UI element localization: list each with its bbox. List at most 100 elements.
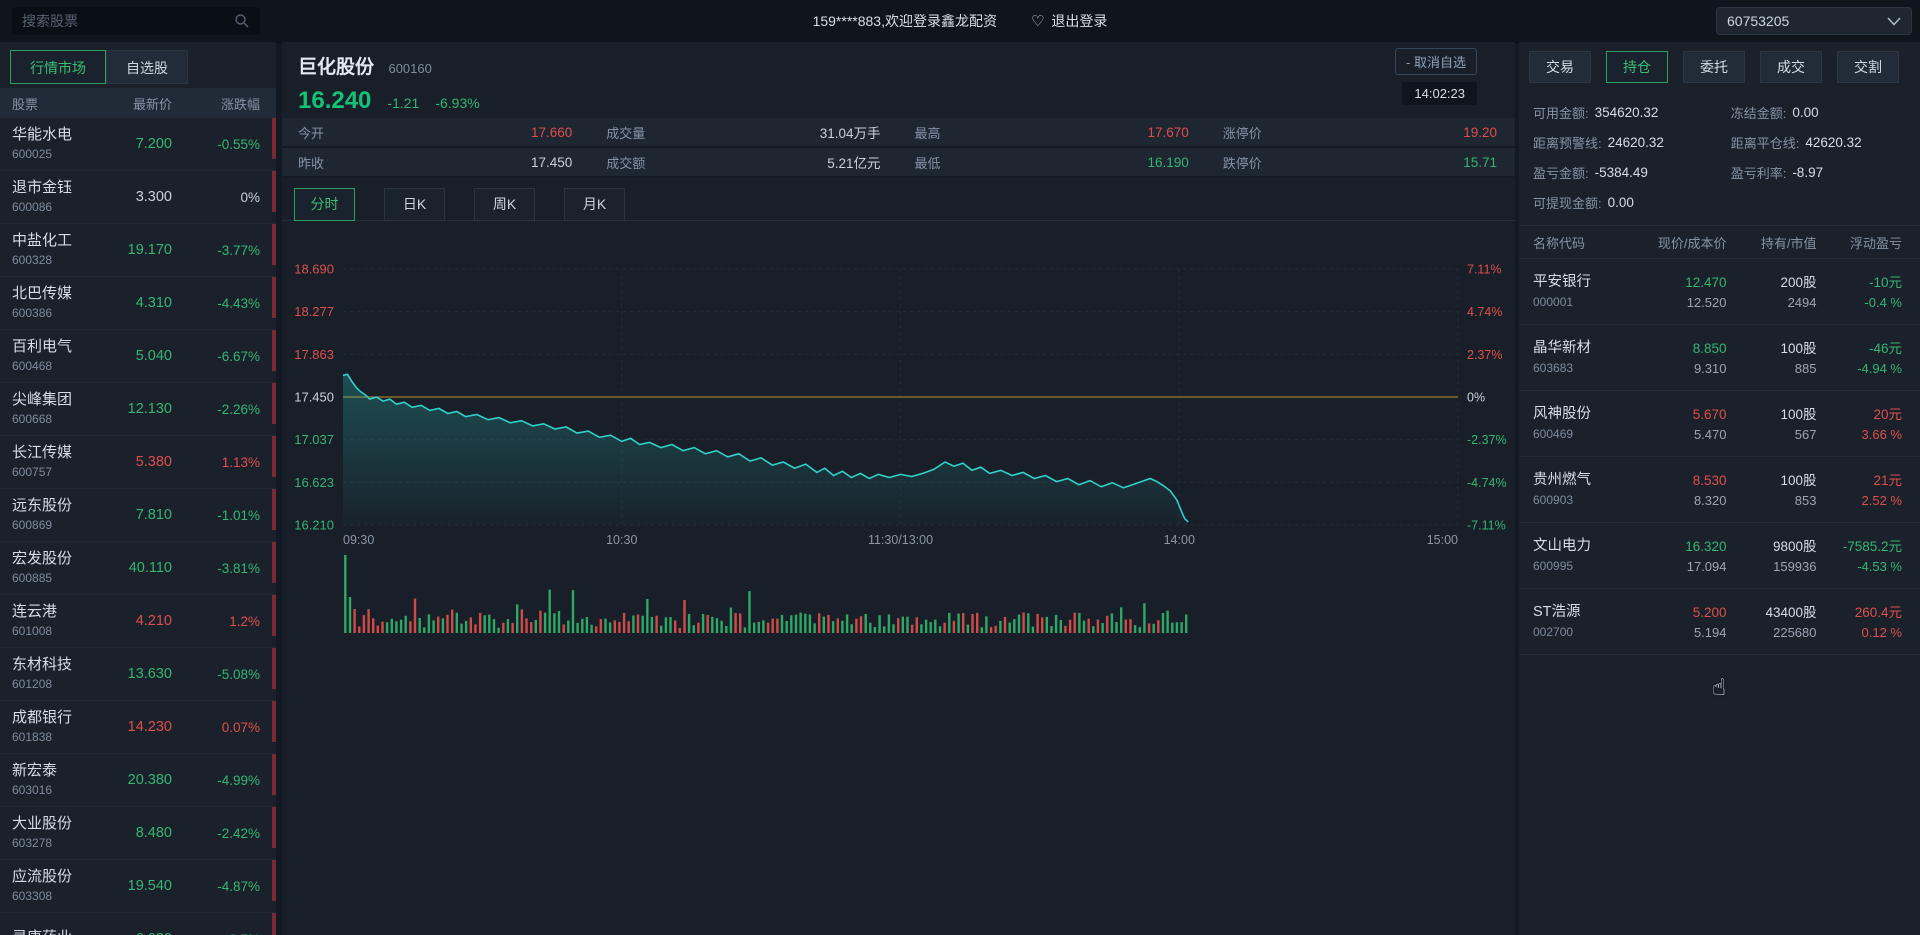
stock-row[interactable]: 远东股份 600869 7.810 -1.01% <box>0 489 276 542</box>
svg-text:-2.37%: -2.37% <box>1467 433 1507 447</box>
market-tab[interactable]: 行情市场 <box>10 50 106 84</box>
stock-row[interactable]: 华能水电 600025 7.200 -0.55% <box>0 118 276 171</box>
position-value: 567 <box>1727 426 1817 443</box>
chart-period-tabs: 分时日K 周K 月K <box>282 178 1515 221</box>
col-stock: 股票 <box>12 94 100 113</box>
quote-stat-cell: 跌停价 15.71 <box>1207 148 1515 178</box>
stock-row[interactable]: 长江传媒 600757 5.380 1.13% <box>0 436 276 489</box>
price-change: -1.21 <box>387 95 419 111</box>
intraday-chart[interactable]: 18.69018.27717.86317.45017.03716.62316.2… <box>282 221 1515 661</box>
stock-row[interactable]: 新宏泰 603016 20.380 -4.99% <box>0 754 276 807</box>
stat-value: 17.660 <box>531 125 572 140</box>
cancel-watchlist-button[interactable]: - 取消自选 <box>1395 48 1477 75</box>
position-name: 晶华新材 <box>1533 339 1637 358</box>
stat-label: 成交额 <box>606 153 645 172</box>
minus-icon: - <box>1406 55 1410 70</box>
stock-row-code: 603016 <box>12 782 100 798</box>
position-cost: 12.520 <box>1637 294 1727 311</box>
position-pl-pct: 0.12 % <box>1817 624 1903 641</box>
stock-row[interactable]: 连云港 601008 4.210 1.2% <box>0 595 276 648</box>
chart-period-tab[interactable]: 日K <box>384 188 445 221</box>
position-price: 8.530 <box>1637 471 1727 490</box>
stock-list: 华能水电 600025 7.200 -0.55% 退市金钰 600086 3.3… <box>0 118 276 935</box>
stock-row[interactable]: 百利电气 600468 5.040 -6.67% <box>0 330 276 383</box>
svg-text:15:00: 15:00 <box>1427 533 1458 547</box>
stock-row-change: -4.43% <box>172 296 260 311</box>
stat-label: 最低 <box>915 153 941 172</box>
trade-tab[interactable]: 交易 <box>1529 51 1591 83</box>
stock-row[interactable]: 北巴传媒 600386 4.310 -4.43% <box>0 277 276 330</box>
stock-row-code: 600468 <box>12 358 100 374</box>
position-value: 885 <box>1727 360 1817 377</box>
market-tab[interactable]: 自选股 <box>106 50 188 84</box>
position-shares: 100股 <box>1727 471 1817 490</box>
quote-stat-cell: 成交额 5.21亿元 <box>590 148 898 178</box>
svg-text:2.37%: 2.37% <box>1467 348 1502 362</box>
chart-period-tab[interactable]: 分时 <box>294 188 355 221</box>
stock-row-change: 0% <box>172 190 260 205</box>
stock-row-price: 3.300 <box>100 189 172 205</box>
position-row[interactable]: ST浩源 002700 5.200 5.194 43400股 225680 26… <box>1519 589 1920 655</box>
stock-row-change: -3.77% <box>172 243 260 258</box>
trade-panel: 交易持仓委托成交交割 可用金额: 354620.32 冻结金额: 0.00 距离… <box>1519 42 1920 935</box>
volume-bars <box>344 555 1187 633</box>
market-panel: 行情市场自选股 股票 最新价 涨跌幅 华能水电 600025 7.200 -0.… <box>0 42 276 935</box>
quote-header: 巨化股份 600160 16.240 -1.21 -6.93% - 取消自选 1… <box>282 42 1515 118</box>
search-icon[interactable] <box>234 13 250 29</box>
svg-text:11:30/13:00: 11:30/13:00 <box>868 533 933 547</box>
trade-tab[interactable]: 交割 <box>1837 51 1899 83</box>
stock-row-name: 退市金钰 <box>12 179 100 197</box>
stock-row-name: 长江传媒 <box>12 444 100 462</box>
chart-period-tab[interactable]: 月K <box>564 188 625 221</box>
logout-button[interactable]: ♡ 退出登录 <box>1031 11 1107 31</box>
stock-row-name: 华能水电 <box>12 126 100 144</box>
stock-row[interactable]: 成都银行 601838 14.230 0.07% <box>0 701 276 754</box>
svg-text:0%: 0% <box>1467 391 1485 405</box>
stock-row[interactable]: 大业股份 603278 8.480 -2.42% <box>0 807 276 860</box>
search-input[interactable] <box>12 13 234 29</box>
stat-value: 5.21亿元 <box>827 152 880 172</box>
positions-header: 名称代码 现价/成本价 持有/市值 浮动盈亏 <box>1519 226 1920 259</box>
stat-value: 15.71 <box>1463 155 1497 170</box>
col-shares-value: 持有/市值 <box>1727 233 1817 252</box>
svg-text:4.74%: 4.74% <box>1467 305 1502 319</box>
chart-period-tab[interactable]: 周K <box>474 188 535 221</box>
position-row[interactable]: 风神股份 600469 5.670 5.470 100股 567 20元 3.6… <box>1519 391 1920 457</box>
stock-row-name: 尖峰集团 <box>12 391 100 409</box>
position-row[interactable]: 平安银行 000001 12.470 12.520 200股 2494 -10元… <box>1519 259 1920 325</box>
account-item: 冻结金额: 0.00 <box>1731 97 1906 127</box>
account-item-label: 冻结金额: <box>1731 103 1787 122</box>
welcome-text: 159****883,欢迎登录鑫龙配资 <box>813 11 997 31</box>
svg-text:7.11%: 7.11% <box>1467 263 1502 277</box>
account-item: 盈亏金额: -5384.49 <box>1533 157 1731 187</box>
position-row[interactable]: 文山电力 600995 16.320 17.094 9800股 159936 -… <box>1519 523 1920 589</box>
stock-row[interactable]: 退市金钰 600086 3.300 0% <box>0 171 276 224</box>
stock-row-code: 600885 <box>12 570 100 586</box>
svg-text:16.210: 16.210 <box>294 518 334 533</box>
account-item-label: 可用金额: <box>1533 103 1589 122</box>
stock-row[interactable]: 中盐化工 600328 19.170 -3.77% <box>0 224 276 277</box>
stock-row-code: 601208 <box>12 676 100 692</box>
position-row[interactable]: 晶华新材 603683 8.850 9.310 100股 885 -46元 -4… <box>1519 325 1920 391</box>
stock-row[interactable]: 尖峰集团 600668 12.130 -2.26% <box>0 383 276 436</box>
account-item-label: 可提现金额: <box>1533 193 1602 212</box>
position-pl: -7585.2元 <box>1817 537 1903 556</box>
trade-tab[interactable]: 持仓 <box>1606 51 1668 83</box>
position-shares: 200股 <box>1727 273 1817 292</box>
trade-tab[interactable]: 委托 <box>1683 51 1745 83</box>
stock-row[interactable]: 应流股份 603308 19.540 -4.87% <box>0 860 276 913</box>
stock-row[interactable]: 宏发股份 600885 40.110 -3.81% <box>0 542 276 595</box>
position-shares: 100股 <box>1727 405 1817 424</box>
stock-row-price: 4.210 <box>100 613 172 629</box>
stock-row[interactable]: 灵康药业 6.030 -0.5% <box>0 913 276 935</box>
topbar-center: 159****883,欢迎登录鑫龙配资 ♡ 退出登录 <box>813 11 1108 31</box>
position-row[interactable]: 贵州燃气 600903 8.530 8.320 100股 853 21元 2.5… <box>1519 457 1920 523</box>
stat-value: 17.450 <box>531 155 572 170</box>
trade-tab[interactable]: 成交 <box>1760 51 1822 83</box>
stock-search[interactable] <box>12 7 260 35</box>
stock-list-scrollbar[interactable] <box>272 118 276 935</box>
position-code: 002700 <box>1533 624 1637 641</box>
stock-row[interactable]: 东材科技 601208 13.630 -5.08% <box>0 648 276 701</box>
stock-row-name: 宏发股份 <box>12 550 100 568</box>
account-number-select[interactable]: 60753205 <box>1716 7 1912 35</box>
